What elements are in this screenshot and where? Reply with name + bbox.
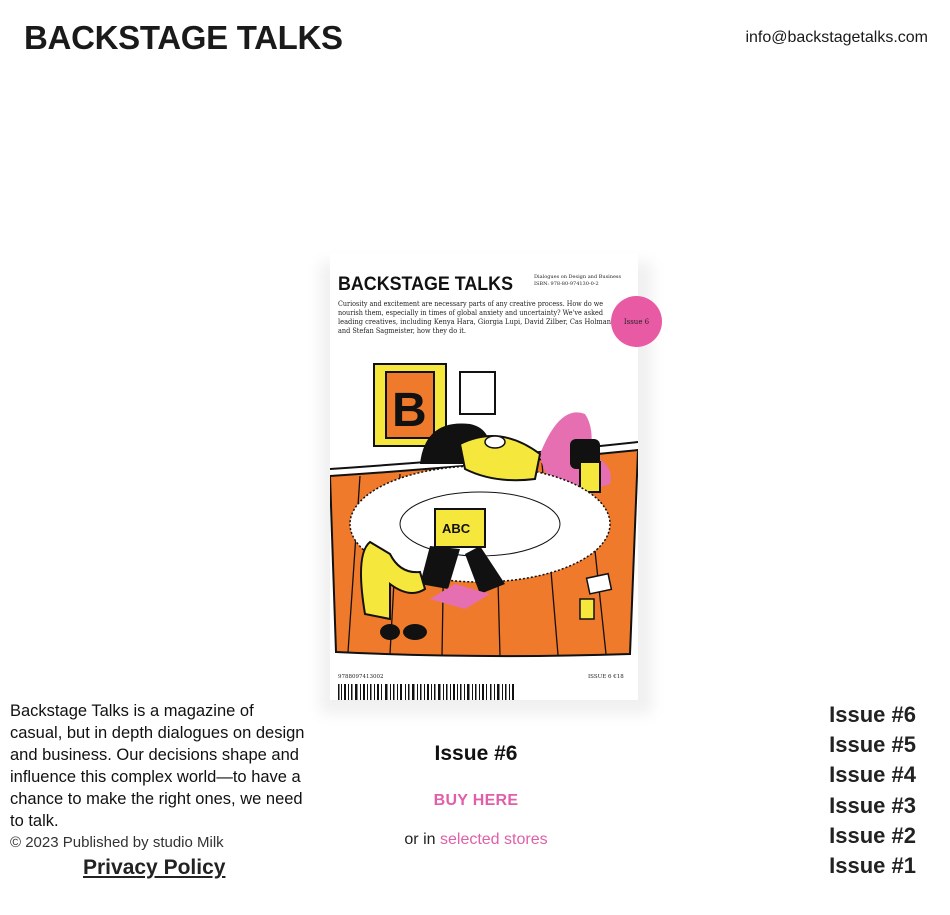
privacy-policy-link[interactable]: Privacy Policy — [83, 855, 225, 881]
cover-blurb-line-4: and Stefan Sagmeister, how they do it. — [338, 326, 466, 335]
magazine-cover: BACKSTAGE TALKS Dialogues on Design and … — [330, 254, 638, 700]
issue-link-1[interactable]: Issue #1 — [829, 851, 916, 881]
cover-illustration: BACKSTAGE TALKS Dialogues on Design and … — [330, 254, 638, 700]
cover-isbn: ISBN: 978-80-974130-0-2 — [534, 281, 599, 287]
issue-price: ISSUE 6 €18 — [588, 674, 624, 680]
cover-blurb-line-3: leading creatives, including Kenya Hara,… — [338, 317, 611, 326]
contact-email-link[interactable]: info@backstagetalks.com — [745, 28, 928, 48]
issues-nav: Issue #6 Issue #5 Issue #4 Issue #3 Issu… — [829, 700, 916, 881]
selected-stores-link[interactable]: selected stores — [440, 831, 548, 848]
stores-line: or in selected stores — [326, 829, 626, 851]
issue-badge: Issue 6 — [611, 296, 662, 347]
site-logo[interactable]: BACKSTAGE TALKS — [24, 18, 343, 58]
buy-here-button[interactable]: BUY HERE — [376, 790, 576, 812]
about-text: Backstage Talks is a magazine of casual,… — [10, 702, 305, 830]
cover-blurb-line-2: nourish them, especially in times of glo… — [338, 308, 603, 317]
tshirt-text: ABC — [442, 521, 471, 536]
stores-prefix: or in — [404, 831, 440, 848]
current-issue-title: Issue #6 — [434, 742, 518, 765]
magazine-cover-container: BACKSTAGE TALKS Dialogues on Design and … — [318, 254, 662, 714]
barcode-number: 9788097413002 — [338, 674, 384, 680]
issue-link-3[interactable]: Issue #3 — [829, 791, 916, 821]
cover-tagline: Dialogues on Design and Business — [534, 274, 621, 280]
issue-link-2[interactable]: Issue #2 — [829, 821, 916, 851]
cover-blurb-line-1: Curiosity and excitement are necessary p… — [338, 299, 603, 308]
poster-letter: B — [392, 384, 427, 437]
issue-link-5[interactable]: Issue #5 — [829, 730, 916, 760]
cover-title: BACKSTAGE TALKS — [338, 274, 513, 295]
copyright-text: © 2023 Published by studio Milk — [10, 834, 224, 851]
issue-link-6[interactable]: Issue #6 — [829, 700, 916, 730]
issue-link-4[interactable]: Issue #4 — [829, 760, 916, 790]
